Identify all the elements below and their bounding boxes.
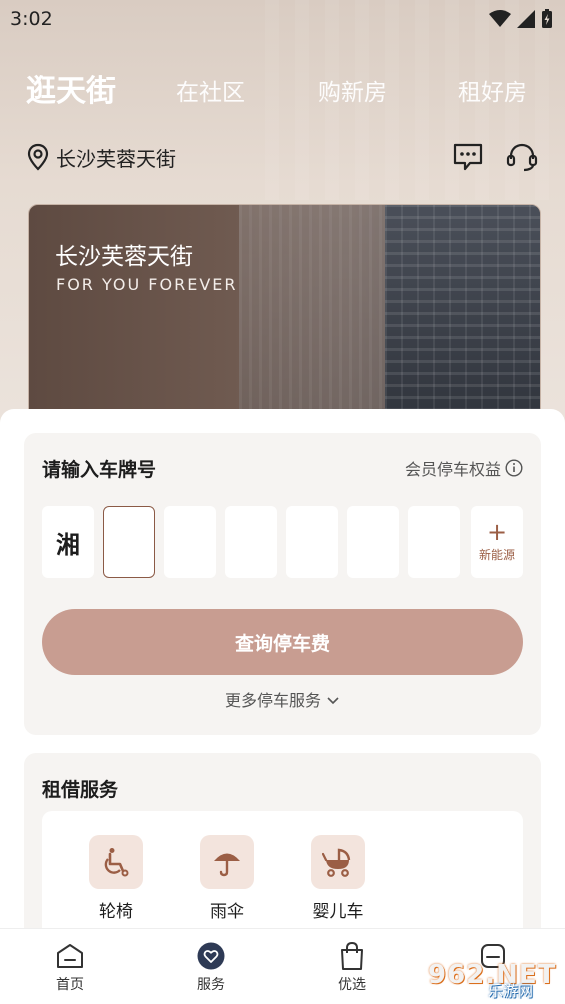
stroller-icon [322, 848, 351, 877]
rental-service-title: 租借服务 [42, 779, 119, 801]
plate-char-input-4[interactable] [286, 506, 338, 578]
query-parking-fee-button[interactable]: 查询停车费 [42, 609, 523, 675]
shopping-bag-icon [341, 941, 363, 970]
mall-banner[interactable]: 长沙芙蓉天街 FOR YOU FOREVER [28, 204, 541, 434]
tab-community[interactable]: 在社区 [176, 73, 245, 107]
plus-icon: + [486, 517, 508, 546]
rental-item-label: 轮椅 [99, 902, 133, 922]
location-selector[interactable]: 长沙芙蓉天街 [26, 142, 176, 172]
info-icon [505, 459, 523, 477]
banner-subtitle: FOR YOU FOREVER [56, 275, 238, 294]
rental-item-umbrella[interactable]: 雨伞 [187, 835, 267, 922]
wheelchair-icon [104, 848, 129, 877]
member-parking-benefit-label: 会员停车权益 [404, 460, 501, 479]
rental-item-wheelchair[interactable]: 轮椅 [76, 835, 156, 922]
customer-service-button[interactable] [505, 140, 539, 174]
nav-home[interactable]: 首页 [30, 941, 110, 994]
parking-title: 请输入车牌号 [42, 459, 157, 481]
plate-char-input-6[interactable] [408, 506, 460, 578]
headset-icon [506, 143, 538, 172]
banner-image-mall [239, 205, 389, 433]
plate-char-input-1[interactable] [103, 506, 155, 578]
top-tabs: 逛天街 在社区 购新房 租好房 [0, 66, 565, 110]
status-time: 3:02 [10, 8, 53, 30]
nav-service-label: 服务 [197, 977, 225, 993]
nav-home-label: 首页 [56, 977, 84, 993]
wheelchair-icon-wrapper [89, 835, 143, 889]
rental-item-stroller[interactable]: 婴儿车 [298, 835, 378, 922]
more-parking-services-link[interactable]: 更多停车服务 [24, 687, 541, 711]
nav-service[interactable]: 服务 [171, 941, 251, 994]
tab-rent-house[interactable]: 租好房 [458, 73, 527, 107]
location-name: 长沙芙蓉天街 [56, 146, 176, 171]
banner-image-tower [385, 205, 540, 433]
plate-char-input-3[interactable] [225, 506, 277, 578]
watermark-subtext: 乐游网 [488, 982, 534, 1000]
new-energy-label: 新能源 [478, 547, 515, 562]
umbrella-icon-wrapper [200, 835, 254, 889]
plate-province-selector[interactable]: 湘 [42, 506, 94, 578]
member-parking-benefit-link[interactable]: 会员停车权益 [405, 456, 523, 480]
umbrella-icon [214, 853, 240, 877]
status-bar: 3:02 [0, 0, 565, 38]
signal-icon [517, 10, 535, 28]
rental-service-card: 租借服务 轮椅 雨伞 婴儿车 [24, 753, 541, 953]
new-energy-plate-button[interactable]: + 新能源 [471, 506, 523, 578]
more-parking-services-label: 更多停车服务 [224, 691, 321, 710]
stroller-icon-wrapper [311, 835, 365, 889]
rental-item-label: 婴儿车 [312, 902, 364, 922]
parking-card: 请输入车牌号 会员停车权益 湘 + 新能源 查询停车费 更多停车服务 [24, 433, 541, 735]
message-icon [453, 143, 483, 171]
tab-shopping[interactable]: 逛天街 [26, 66, 116, 110]
nav-selection-label: 优选 [338, 977, 366, 993]
banner-title: 长沙芙蓉天街 [55, 244, 193, 270]
wifi-icon [489, 10, 511, 27]
status-icons [489, 9, 553, 29]
battery-icon [542, 9, 552, 28]
service-heart-icon [197, 942, 225, 970]
message-button[interactable] [451, 140, 485, 174]
home-icon [57, 944, 83, 968]
nav-selection[interactable]: 优选 [312, 941, 392, 994]
plate-char-input-2[interactable] [164, 506, 216, 578]
plate-char-input-5[interactable] [347, 506, 399, 578]
chevron-down-icon [327, 697, 339, 705]
rental-item-label: 雨伞 [210, 902, 244, 922]
tab-new-house[interactable]: 购新房 [318, 73, 387, 107]
location-pin-icon [27, 143, 49, 171]
